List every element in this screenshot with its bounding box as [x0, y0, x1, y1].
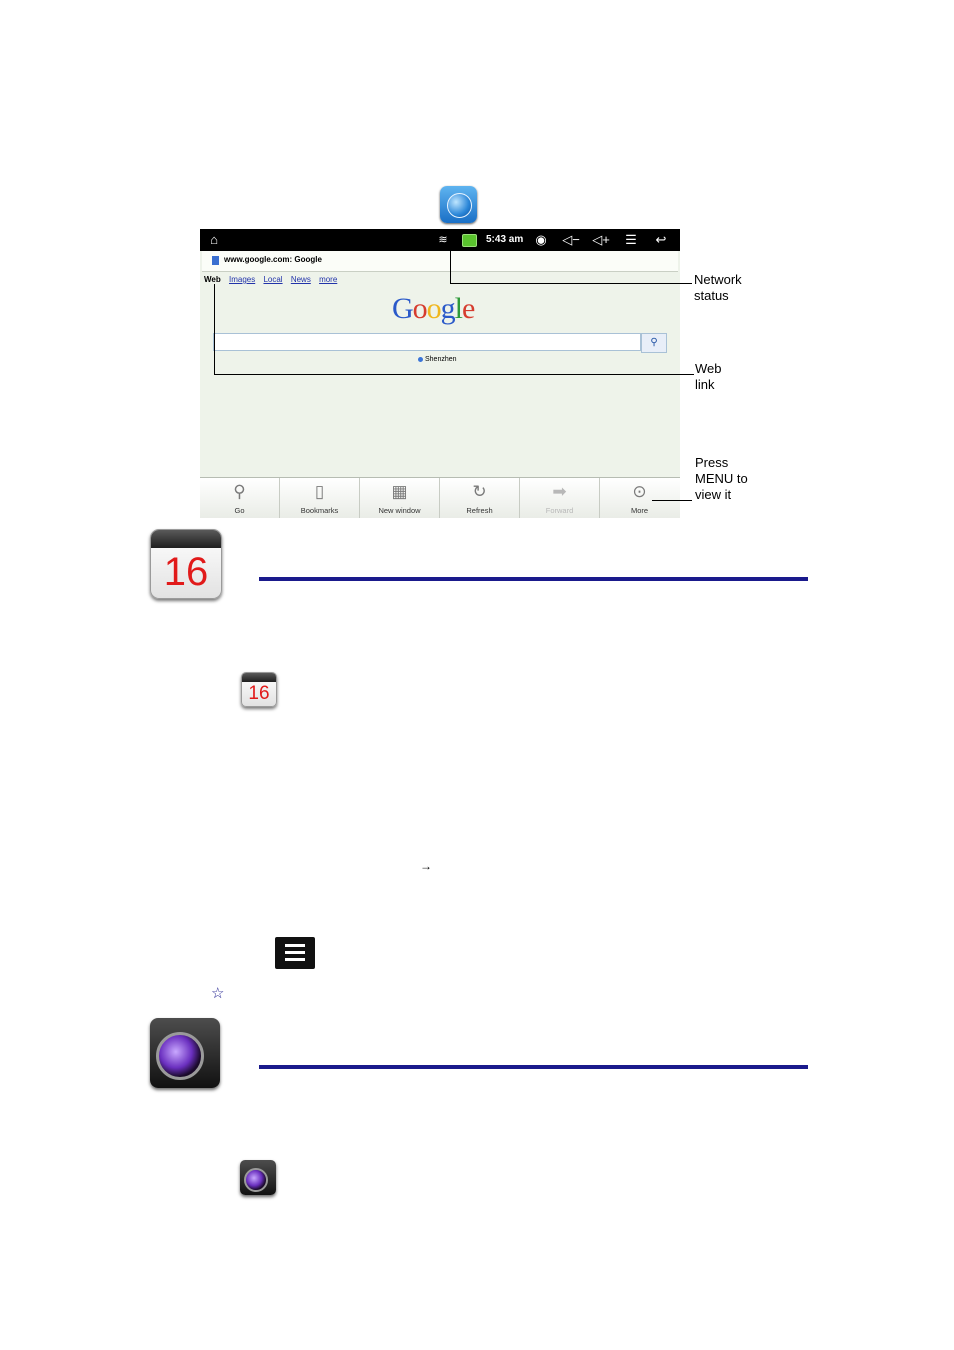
- clock: 5:43 am: [486, 234, 524, 245]
- web-links: Web Images Local News more: [204, 275, 343, 284]
- calendar-app-icon[interactable]: 16: [241, 672, 277, 707]
- arrow-icon: →: [420, 859, 432, 873]
- logo-letter: G: [392, 292, 414, 325]
- link-images[interactable]: Images: [229, 275, 255, 284]
- menu-label: New window: [378, 506, 421, 515]
- location-label: Shenzhen: [418, 356, 457, 363]
- camera-app-icon[interactable]: [240, 1160, 276, 1195]
- section-rule: [259, 1065, 808, 1069]
- section-rule: [259, 577, 808, 581]
- volume-down-icon[interactable]: ◁−: [560, 232, 582, 248]
- logo-letter: l: [454, 292, 463, 325]
- callout-network-status: Network status: [694, 272, 742, 304]
- link-more[interactable]: more: [319, 275, 337, 284]
- callout-text: MENU to: [695, 471, 748, 486]
- menu-label: Refresh: [466, 506, 493, 515]
- menu-label: More: [630, 506, 649, 515]
- logo-letter: o: [412, 292, 428, 325]
- callout-text: Network: [694, 272, 742, 287]
- link-web[interactable]: Web: [204, 275, 221, 284]
- menu-new-window[interactable]: ▦ New window: [360, 478, 440, 518]
- logo-letter: o: [426, 292, 442, 325]
- camera-app-icon: [150, 1018, 220, 1088]
- menu-label: Go: [234, 506, 245, 515]
- forward-arrow-icon: ➡: [552, 482, 567, 501]
- bookmark-icon: ▯: [314, 482, 325, 501]
- search-icon: ⚲: [233, 482, 246, 501]
- logo-letter: g: [440, 292, 456, 325]
- globe-icon: [447, 193, 472, 218]
- callout-line: [450, 248, 451, 284]
- logo-letter: e: [462, 292, 475, 325]
- url-text: www.google.com: Google: [224, 255, 322, 264]
- search-icon: ⚲: [650, 337, 658, 348]
- callout-line: [450, 283, 692, 284]
- link-news[interactable]: News: [291, 275, 311, 284]
- callout-text: status: [694, 288, 729, 303]
- more-chevron-icon: ⊙: [632, 482, 647, 501]
- calendar-day-number: 16: [248, 683, 270, 704]
- network-status-icon: [462, 234, 477, 247]
- callout-web-link: Web link: [695, 361, 722, 393]
- options-menu: ⚲ Go ▯ Bookmarks ▦ New window ↻ Refresh ➡ For…: [200, 477, 680, 518]
- star-icon: ☆: [211, 985, 225, 1002]
- menu-label: Bookmarks: [300, 506, 339, 515]
- callout-text: Web: [695, 361, 722, 376]
- link-local[interactable]: Local: [263, 275, 282, 284]
- favicon-icon: [212, 256, 219, 265]
- menu-forward[interactable]: ➡ Forward: [520, 478, 600, 518]
- calendar-app-icon: 16: [150, 529, 222, 599]
- status-bar: ⌂ ≋ 5:43 am ◉ ◁− ◁+ ☰ ↩: [200, 229, 680, 251]
- new-window-icon: ▦: [391, 482, 408, 501]
- callout-text: view it: [695, 487, 732, 502]
- refresh-icon: ↻: [472, 482, 487, 501]
- search-input[interactable]: [213, 333, 641, 351]
- browser-app-icon[interactable]: [440, 186, 477, 223]
- callout-text: Press: [695, 455, 729, 470]
- callout-line: [214, 374, 694, 375]
- menu-refresh[interactable]: ↻ Refresh: [440, 478, 520, 518]
- menu-label: Forward: [545, 506, 574, 515]
- menu-bookmarks[interactable]: ▯ Bookmarks: [280, 478, 360, 518]
- callout-press-menu: Press MENU to view it: [695, 455, 748, 503]
- back-icon[interactable]: ↩: [652, 232, 670, 248]
- search-button[interactable]: ⚲: [641, 333, 667, 353]
- callout-line: [214, 284, 215, 375]
- menu-more[interactable]: ⊙ More: [600, 478, 679, 518]
- menu-icon[interactable]: ☰: [622, 232, 640, 248]
- eye-icon[interactable]: ◉: [532, 232, 550, 248]
- url-bar[interactable]: www.google.com: Google: [202, 251, 678, 272]
- callout-line: [652, 500, 692, 501]
- home-icon[interactable]: ⌂: [204, 232, 224, 248]
- location-text: Shenzhen: [425, 356, 457, 363]
- calendar-day-number: 16: [163, 550, 209, 594]
- menu-key-icon: [275, 937, 315, 969]
- google-logo: Google: [392, 292, 475, 326]
- wifi-icon: ≋: [438, 234, 448, 246]
- callout-text: link: [695, 377, 715, 392]
- volume-up-icon[interactable]: ◁+: [590, 232, 612, 248]
- menu-go[interactable]: ⚲ Go: [200, 478, 280, 518]
